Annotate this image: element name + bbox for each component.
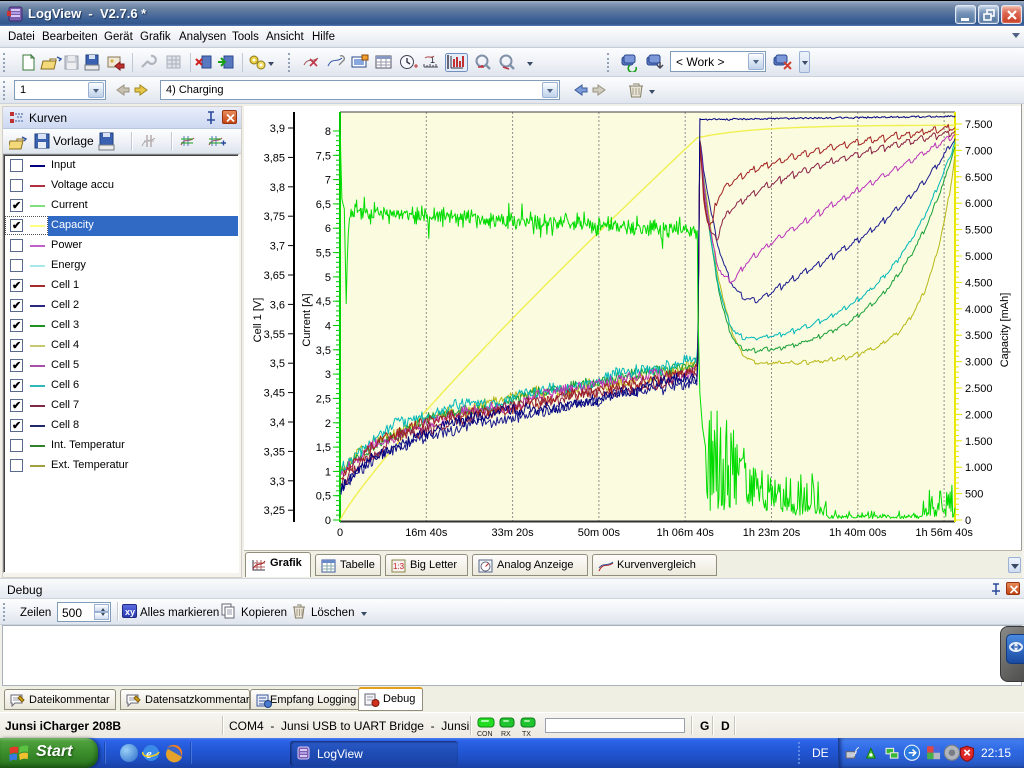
svg-text:3,3: 3,3 [270, 476, 285, 488]
svg-text:6: 6 [325, 223, 331, 235]
svg-text:3,6: 3,6 [270, 299, 285, 311]
svg-text:Current [A]: Current [A] [301, 293, 313, 346]
svg-text:2.000: 2.000 [965, 409, 993, 421]
svg-text:1h 56m 40s: 1h 56m 40s [915, 527, 973, 539]
svg-text:3,9: 3,9 [270, 123, 285, 135]
svg-text:1h 40m 00s: 1h 40m 00s [829, 527, 887, 539]
svg-text:5.500: 5.500 [965, 225, 993, 237]
svg-text:RX: RX [501, 731, 511, 737]
svg-text:4.500: 4.500 [965, 277, 993, 289]
svg-text:0: 0 [337, 527, 343, 539]
svg-text:4,5: 4,5 [316, 296, 331, 308]
svg-text:1h 06m 40s: 1h 06m 40s [656, 527, 714, 539]
svg-text:CON: CON [477, 731, 493, 737]
svg-text:3,65: 3,65 [264, 270, 285, 282]
svg-text:3,85: 3,85 [264, 152, 285, 164]
svg-text:1.500: 1.500 [965, 436, 993, 448]
svg-text:3: 3 [325, 369, 331, 381]
svg-text:4.000: 4.000 [965, 304, 993, 316]
svg-text:1: 1 [325, 466, 331, 478]
svg-text:3,7: 3,7 [270, 241, 285, 253]
svg-text:0: 0 [965, 515, 971, 527]
svg-text:2.500: 2.500 [965, 383, 993, 395]
svg-text:0: 0 [325, 515, 331, 527]
svg-text:3,55: 3,55 [264, 329, 285, 341]
svg-text:5,5: 5,5 [316, 248, 331, 260]
svg-text:Cell 1 [V]: Cell 1 [V] [252, 298, 264, 343]
svg-text:3,35: 3,35 [264, 446, 285, 458]
svg-text:6.500: 6.500 [965, 172, 993, 184]
svg-text:7,5: 7,5 [316, 150, 331, 162]
svg-text:e: e [146, 746, 152, 761]
svg-text:6,5: 6,5 [316, 199, 331, 211]
svg-text:3,75: 3,75 [264, 211, 285, 223]
svg-text:3.000: 3.000 [965, 357, 993, 369]
svg-text:7.500: 7.500 [965, 119, 993, 131]
svg-text:1.000: 1.000 [965, 462, 993, 474]
svg-text:3,45: 3,45 [264, 388, 285, 400]
svg-text:0,5: 0,5 [316, 491, 331, 503]
svg-text:3,8: 3,8 [270, 182, 285, 194]
svg-text:TX: TX [522, 731, 531, 737]
svg-text:1:3: 1:3 [393, 562, 405, 571]
svg-text:2: 2 [325, 418, 331, 430]
svg-text:Capacity [mAh]: Capacity [mAh] [999, 293, 1011, 368]
svg-text:3.500: 3.500 [965, 330, 993, 342]
svg-text:3,5: 3,5 [316, 345, 331, 357]
svg-text:2,5: 2,5 [316, 393, 331, 405]
svg-text:4: 4 [325, 321, 331, 333]
svg-text:7.000: 7.000 [965, 145, 993, 157]
svg-text:33m 20s: 33m 20s [491, 527, 534, 539]
svg-text:8: 8 [325, 126, 331, 138]
svg-text:16m 40s: 16m 40s [405, 527, 448, 539]
svg-text:3,4: 3,4 [270, 417, 285, 429]
svg-text:500: 500 [965, 489, 983, 501]
svg-text:3,5: 3,5 [270, 358, 285, 370]
svg-text:5: 5 [325, 272, 331, 284]
svg-text:1,5: 1,5 [316, 442, 331, 454]
svg-text:6.000: 6.000 [965, 198, 993, 210]
svg-text:5.000: 5.000 [965, 251, 993, 263]
svg-text:3,25: 3,25 [264, 505, 285, 517]
svg-text:7: 7 [325, 175, 331, 187]
svg-text:50m 00s: 50m 00s [578, 527, 621, 539]
svg-text:1h 23m 20s: 1h 23m 20s [743, 527, 801, 539]
